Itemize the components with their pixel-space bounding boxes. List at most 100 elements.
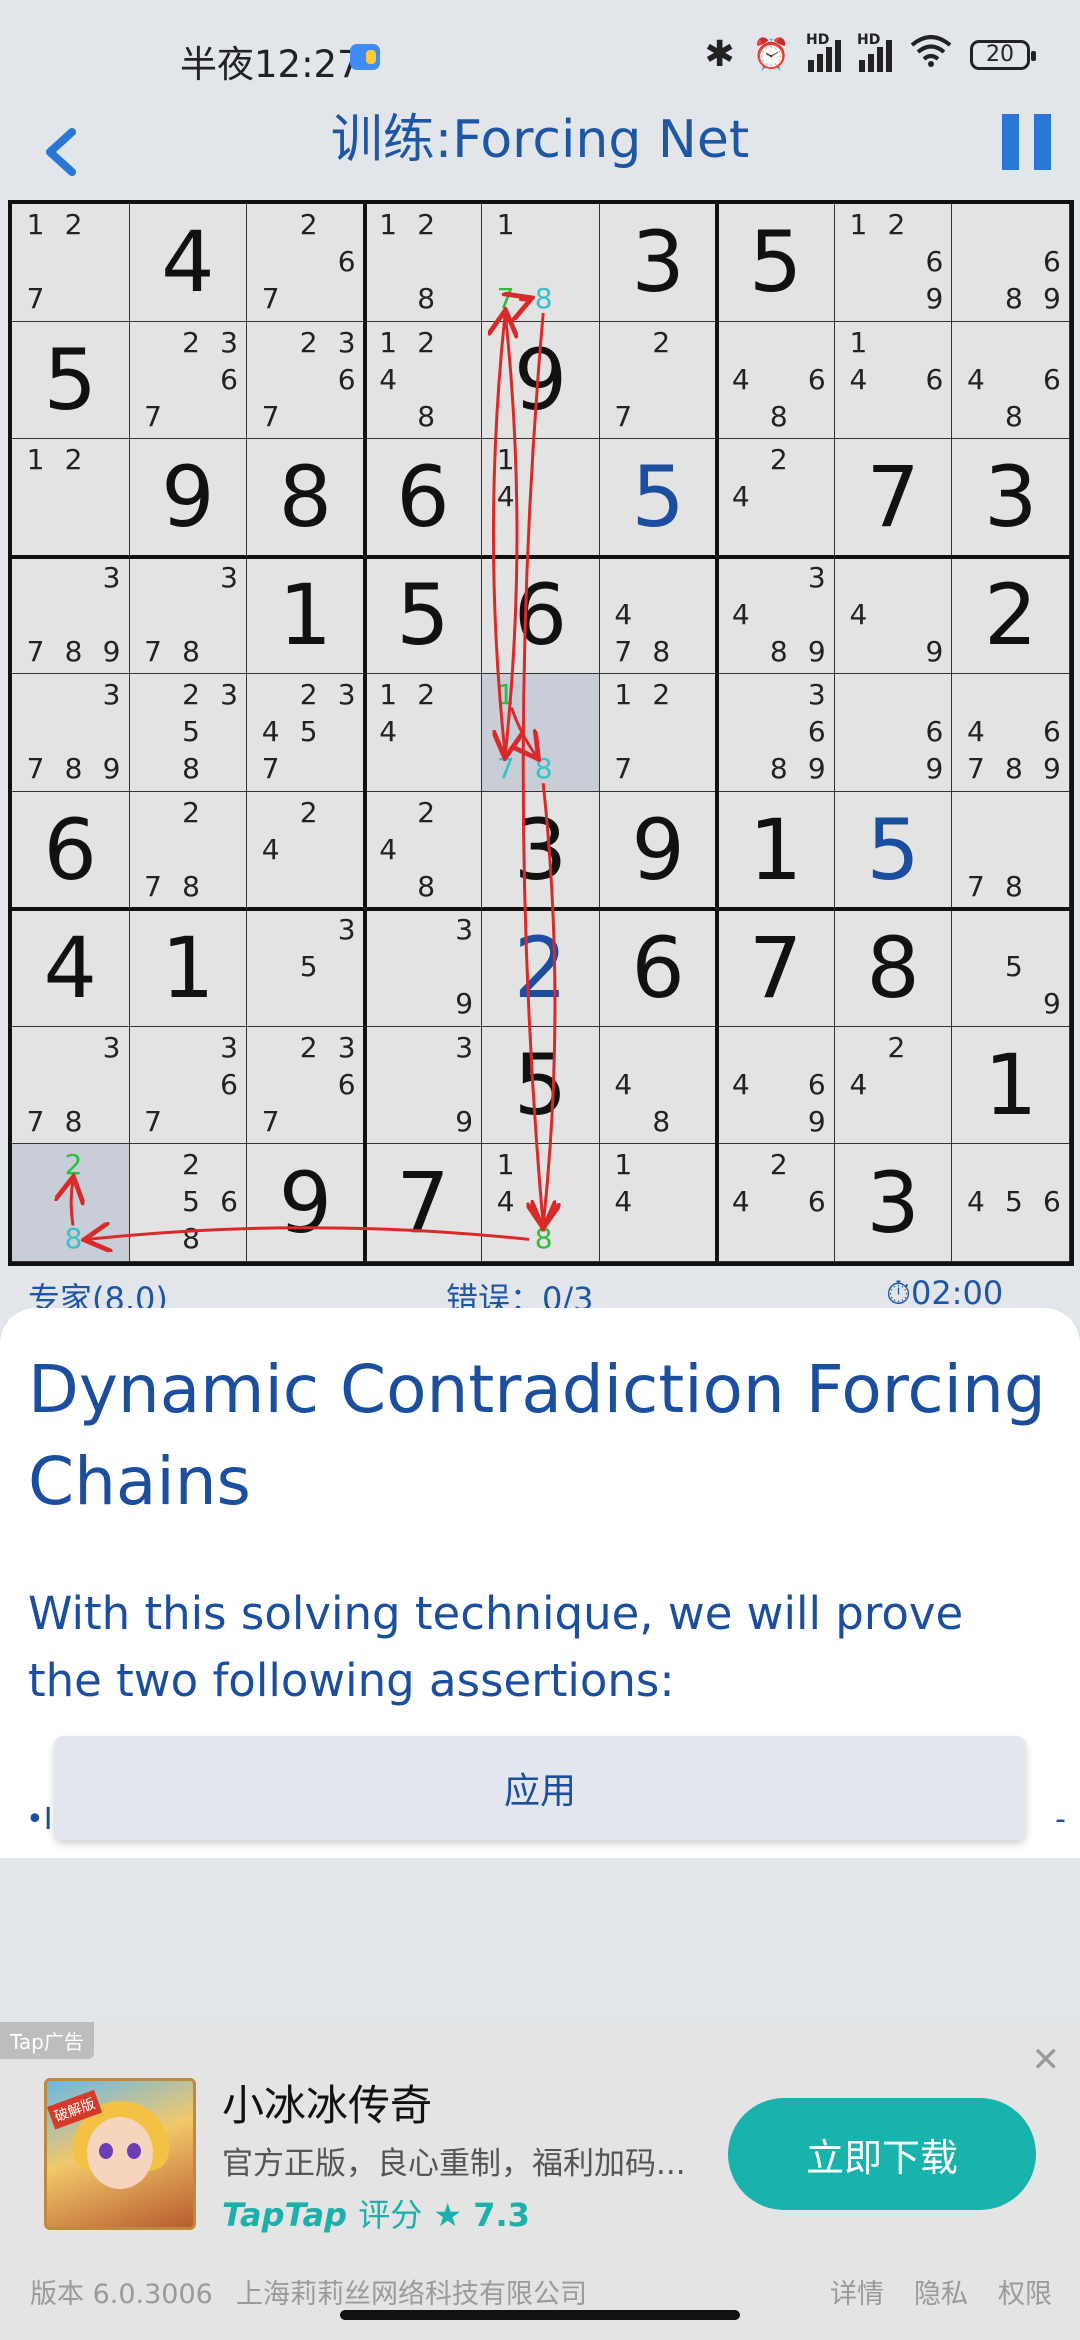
alarm-icon: ⏰ — [752, 37, 790, 72]
sudoku-cell[interactable]: 27 — [599, 321, 718, 440]
sudoku-cell[interactable]: 23 457 — [247, 674, 365, 792]
candidate-7: 7 — [614, 399, 633, 433]
sudoku-cell[interactable]: 48 — [599, 1026, 718, 1145]
sudoku-cell[interactable]: 24 — [717, 439, 835, 557]
sudoku-cell[interactable]: 689 — [952, 204, 1070, 322]
sudoku-cell[interactable]: 14 6 — [834, 321, 953, 440]
sudoku-cell[interactable]: 3 789 — [12, 556, 130, 675]
sudoku-cell[interactable]: 69 — [834, 674, 953, 792]
sudoku-cell[interactable]: 12 8 — [364, 204, 483, 322]
ad-banner[interactable]: Tap广告 ✕ 破解版 小冰冰传奇 官方正版，良心重制，福利加码... TapT… — [0, 2022, 1080, 2252]
sudoku-cell[interactable]: 236 7 — [129, 321, 248, 440]
sudoku-cell[interactable]: 4 — [129, 204, 248, 322]
sudoku-cell[interactable]: 1 — [717, 791, 835, 910]
sudoku-cell[interactable]: 3 789 — [12, 674, 130, 792]
sudoku-cell[interactable]: 24 — [247, 791, 365, 910]
sudoku-cell[interactable]: 39 — [364, 909, 483, 1027]
candidate-2: 2 — [299, 795, 318, 829]
sudoku-cell[interactable]: 248 — [364, 791, 483, 910]
sudoku-cell[interactable]: 14 — [482, 439, 600, 557]
sudoku-cell[interactable]: 12 — [12, 439, 130, 557]
sudoku-cell[interactable]: 148 — [482, 1144, 600, 1262]
sudoku-cell[interactable]: 3 78 — [129, 556, 248, 675]
sudoku-cell[interactable]: 6 — [364, 439, 483, 557]
home-indicator[interactable] — [340, 2310, 740, 2320]
sudoku-cell[interactable]: 2 — [952, 556, 1070, 675]
candidate-6: 6 — [807, 715, 826, 749]
details-link[interactable]: 详情 — [830, 2272, 884, 2311]
privacy-link[interactable]: 隐私 — [914, 2272, 968, 2311]
sudoku-cell[interactable]: 5 — [717, 204, 835, 322]
sudoku-cell[interactable]: 2568 — [129, 1144, 248, 1262]
sudoku-cell[interactable]: 2 78 — [129, 791, 248, 910]
sudoku-cell[interactable]: 28 — [12, 1144, 130, 1262]
sudoku-cell[interactable]: 1 — [952, 1026, 1070, 1145]
sudoku-cell[interactable]: 12 7 — [599, 674, 718, 792]
candidate-5: 5 — [1005, 950, 1023, 984]
sudoku-cell[interactable]: 3 — [482, 791, 600, 910]
sudoku-cell[interactable]: 124 — [364, 674, 483, 792]
sudoku-cell[interactable]: 49 — [834, 556, 953, 675]
sudoku-cell[interactable]: 8 — [247, 439, 365, 557]
download-button[interactable]: 立即下载 — [728, 2098, 1036, 2210]
sudoku-cell[interactable]: 236 7 — [247, 321, 365, 440]
sudoku-cell[interactable]: 7 — [717, 909, 835, 1027]
sudoku-cell[interactable]: 5 — [364, 556, 483, 675]
sudoku-cell[interactable]: 26 7 — [247, 204, 365, 322]
sudoku-cell[interactable]: 7 — [364, 1144, 483, 1262]
sudoku-cell[interactable]: 36 7 — [129, 1026, 248, 1145]
sudoku-cell[interactable]: 9 — [482, 321, 600, 440]
sudoku-cell[interactable]: 4 6 789 — [952, 674, 1070, 792]
ad-app-name[interactable]: 小冰冰传奇 — [222, 2072, 432, 2133]
sudoku-cell[interactable]: 3 78 — [12, 1026, 130, 1145]
sudoku-cell[interactable]: 24 6 — [717, 1144, 835, 1262]
sudoku-cell[interactable]: 1 — [247, 556, 365, 675]
sudoku-cell[interactable]: 4 68 — [952, 321, 1070, 440]
pause-icon[interactable] — [1002, 114, 1052, 170]
sudoku-cell[interactable]: 24 — [834, 1026, 953, 1145]
sudoku-cell[interactable]: 7 — [834, 439, 953, 557]
sudoku-cell[interactable]: 4 68 — [717, 321, 835, 440]
close-icon[interactable]: ✕ — [1032, 2040, 1061, 2080]
sudoku-cell[interactable]: 3 — [952, 439, 1070, 557]
sudoku-cell[interactable]: 1 78 — [482, 204, 600, 322]
sudoku-cell[interactable]: 3689 — [717, 674, 835, 792]
sudoku-cell[interactable]: 9 — [247, 1144, 365, 1262]
sudoku-cell[interactable]: 236 7 — [247, 1026, 365, 1145]
sudoku-cell[interactable]: 9 — [129, 439, 248, 557]
apply-button[interactable]: 应用 — [54, 1736, 1026, 1840]
sudoku-cell[interactable]: 3 489 — [717, 556, 835, 675]
sudoku-cell[interactable]: 4 69 — [717, 1026, 835, 1145]
sudoku-cell[interactable]: 6 — [482, 556, 600, 675]
sudoku-cell[interactable]: 5 — [834, 791, 953, 910]
sudoku-cell[interactable]: 456 — [952, 1144, 1070, 1262]
sudoku-cell[interactable]: 2358 — [129, 674, 248, 792]
sudoku-cell[interactable]: 6 — [12, 791, 130, 910]
sudoku-cell[interactable]: 39 — [364, 1026, 483, 1145]
sudoku-cell[interactable]: 6 — [599, 909, 718, 1027]
sudoku-cell[interactable]: 2 — [482, 909, 600, 1027]
sudoku-cell[interactable]: 8 — [834, 909, 953, 1027]
game-app-icon[interactable]: 破解版 — [44, 2078, 196, 2230]
sudoku-cell[interactable]: 3 — [834, 1144, 953, 1262]
cell-value: 1 — [278, 565, 333, 664]
sudoku-cell[interactable]: 35 — [247, 909, 365, 1027]
sudoku-cell[interactable]: 4 — [12, 909, 130, 1027]
sudoku-cell[interactable]: 14 — [599, 1144, 718, 1262]
sudoku-cell[interactable]: 1248 — [364, 321, 483, 440]
sudoku-cell[interactable]: 12 7 — [12, 204, 130, 322]
candidate-6: 6 — [807, 1067, 826, 1101]
sudoku-cell[interactable]: 59 — [952, 909, 1070, 1027]
sudoku-cell[interactable]: 1 78 — [482, 674, 600, 792]
sudoku-cell[interactable]: 1 — [129, 909, 248, 1027]
sudoku-cell[interactable]: 126 9 — [834, 204, 953, 322]
sudoku-cell[interactable]: 9 — [599, 791, 718, 910]
sudoku-cell[interactable]: 5 — [482, 1026, 600, 1145]
sudoku-cell[interactable]: 478 — [599, 556, 718, 675]
sudoku-cell[interactable]: 5 — [599, 439, 718, 557]
sudoku-cell[interactable]: 3 — [599, 204, 718, 322]
sudoku-cell[interactable]: 78 — [952, 791, 1070, 910]
candidate-1: 1 — [26, 443, 45, 477]
permissions-link[interactable]: 权限 — [998, 2272, 1052, 2311]
sudoku-cell[interactable]: 5 — [12, 321, 130, 440]
